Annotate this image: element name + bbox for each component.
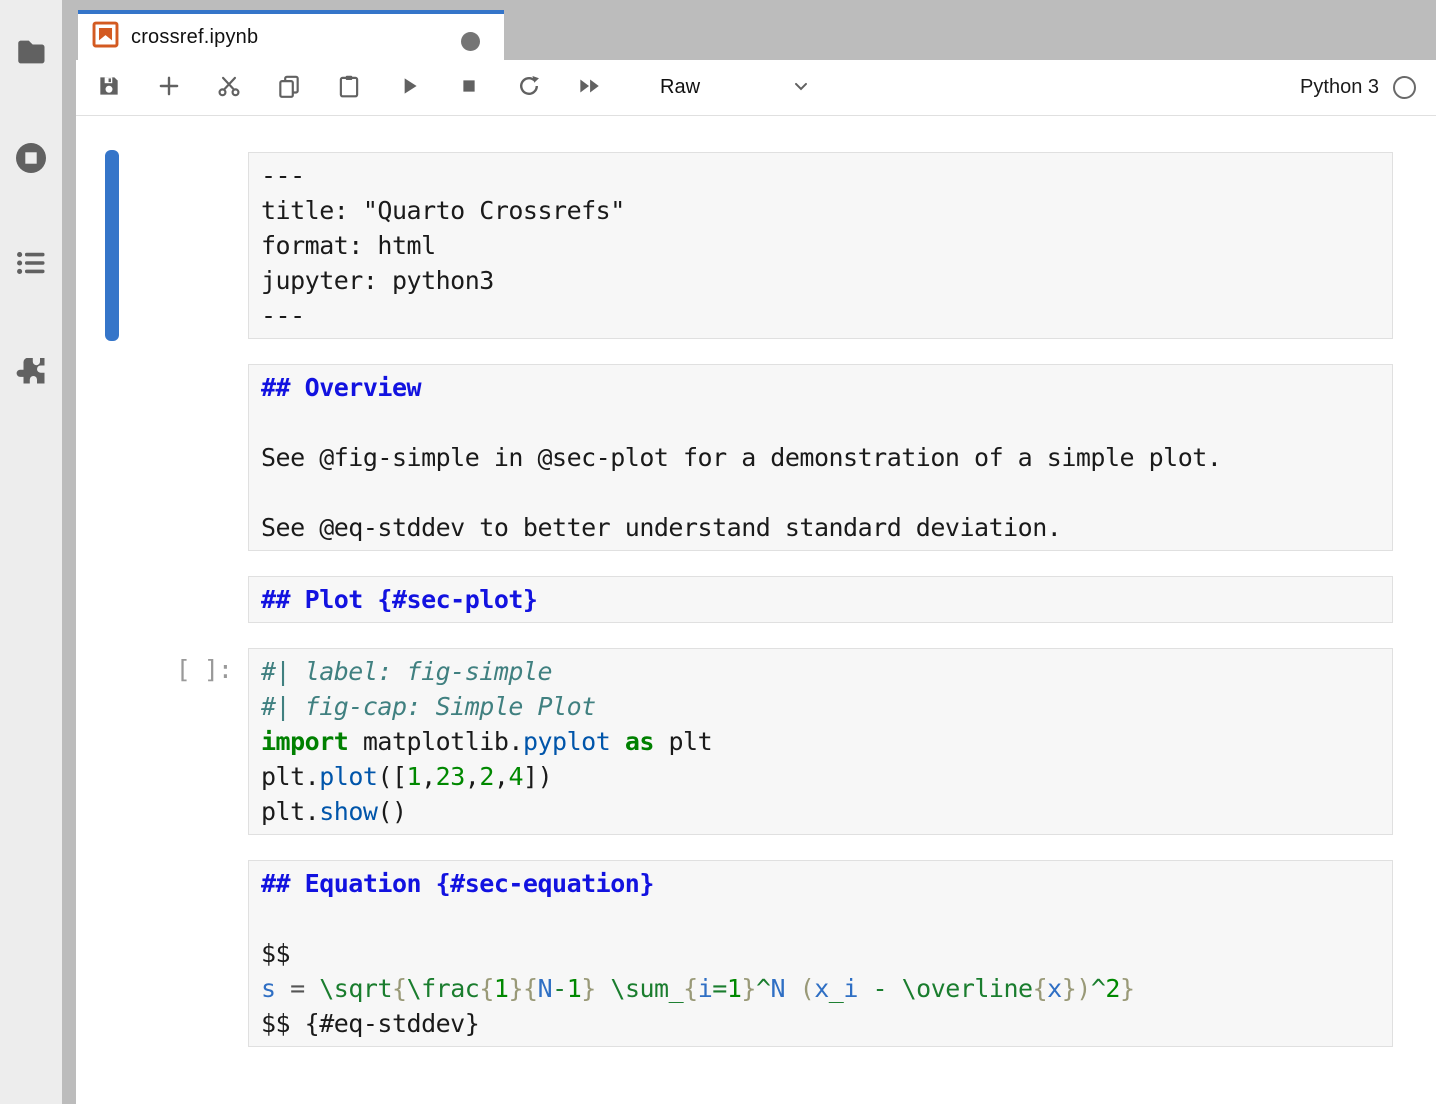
sidebar-item-running-kernels[interactable] [0, 136, 62, 180]
code-line: See @eq-stddev to better understand stan… [261, 510, 1380, 545]
code-line [261, 475, 1380, 510]
dock-tab-bar: crossref.ipynb [76, 0, 1436, 60]
notebook-cells: ---title: "Quarto Crossrefs"format: html… [76, 116, 1436, 1104]
cell-collapser[interactable] [105, 150, 119, 341]
sidebar-item-table-of-contents[interactable] [0, 241, 62, 285]
sidebar-item-file-browser[interactable] [0, 30, 62, 74]
kernel-name: Python 3 [1300, 76, 1379, 99]
cut-button[interactable] [216, 75, 242, 101]
code-line: plt.show() [261, 794, 1380, 829]
copy-button[interactable] [276, 75, 302, 101]
cell-markdown: ## Plot {#sec-plot} [248, 576, 1393, 623]
stop-button[interactable] [456, 75, 482, 101]
add-cell-button[interactable] [156, 75, 182, 101]
code-line: import matplotlib.pyplot as plt [261, 724, 1380, 759]
code-line: $$ {#eq-stddev} [261, 1006, 1380, 1041]
copy-icon [276, 73, 302, 102]
cell-code: [ ]:#| label: fig-simple#| fig-cap: Simp… [248, 648, 1393, 835]
code-line: s = \sqrt{\frac{1}{N-1} \sum_{i=1}^N (x_… [261, 971, 1380, 1006]
code-line [261, 901, 1380, 936]
cell-markdown: ## Equation {#sec-equation} $$s = \sqrt{… [248, 860, 1393, 1047]
kernel-status-icon [1393, 76, 1416, 99]
cell-type-dropdown[interactable]: Raw [658, 70, 813, 106]
cell-editor[interactable]: ## Plot {#sec-plot} [248, 576, 1393, 623]
code-line: #| fig-cap: Simple Plot [261, 689, 1380, 724]
save-button[interactable] [96, 75, 122, 101]
puzzle-icon [13, 352, 49, 388]
code-line: --- [261, 298, 1380, 333]
run-icon [396, 73, 422, 102]
code-line: $$ [261, 936, 1380, 971]
cell-editor[interactable]: ## Equation {#sec-equation} $$s = \sqrt{… [248, 860, 1393, 1047]
code-line: ## Plot {#sec-plot} [261, 582, 1380, 617]
run-button[interactable] [396, 75, 422, 101]
paste-button[interactable] [336, 75, 362, 101]
cut-icon [216, 73, 242, 102]
tab-crossref-ipynb[interactable]: crossref.ipynb [78, 10, 504, 60]
cell-editor[interactable]: ## Overview See @fig-simple in @sec-plot… [248, 364, 1393, 551]
code-line: ## Overview [261, 370, 1380, 405]
code-line: #| label: fig-simple [261, 654, 1380, 689]
activity-sidebar [0, 0, 62, 1104]
tab-title: crossref.ipynb [131, 26, 258, 49]
restart-run-all-icon [576, 73, 602, 102]
tab-dirty-indicator[interactable] [461, 32, 480, 51]
code-line: format: html [261, 228, 1380, 263]
execution-count-prompt: [ ]: [92, 652, 232, 687]
cell-editor[interactable]: ---title: "Quarto Crossrefs"format: html… [248, 152, 1393, 339]
kernel-indicator[interactable]: Python 3 [1300, 76, 1436, 99]
running-kernels-icon [13, 140, 49, 176]
add-cell-icon [156, 73, 182, 102]
paste-icon [336, 73, 362, 102]
code-line: title: "Quarto Crossrefs" [261, 193, 1380, 228]
code-line: ## Equation {#sec-equation} [261, 866, 1380, 901]
cell-editor[interactable]: #| label: fig-simple#| fig-cap: Simple P… [248, 648, 1393, 835]
restart-button[interactable] [516, 75, 542, 101]
table-of-contents-icon [13, 245, 49, 281]
folder-icon [13, 34, 49, 70]
cell-type-selected: Raw [660, 76, 700, 99]
code-line: plt.plot([1,23,2,4]) [261, 759, 1380, 794]
code-line: See @fig-simple in @sec-plot for a demon… [261, 440, 1380, 475]
notebook-icon [92, 21, 119, 53]
stop-icon [456, 73, 482, 102]
jupyterlab-window: crossref.ipynb [0, 0, 1436, 1104]
notebook-toolbar: Raw Python 3 [76, 60, 1436, 116]
restart-icon [516, 73, 542, 102]
cell-markdown: ## Overview See @fig-simple in @sec-plot… [248, 364, 1393, 551]
code-line: --- [261, 158, 1380, 193]
code-line [261, 405, 1380, 440]
code-line: jupyter: python3 [261, 263, 1380, 298]
restart-run-all-button[interactable] [576, 75, 602, 101]
cell-raw: ---title: "Quarto Crossrefs"format: html… [248, 152, 1393, 339]
sidebar-item-extension-manager[interactable] [0, 348, 62, 392]
save-icon [96, 73, 122, 102]
chevron-down-icon [791, 76, 811, 99]
